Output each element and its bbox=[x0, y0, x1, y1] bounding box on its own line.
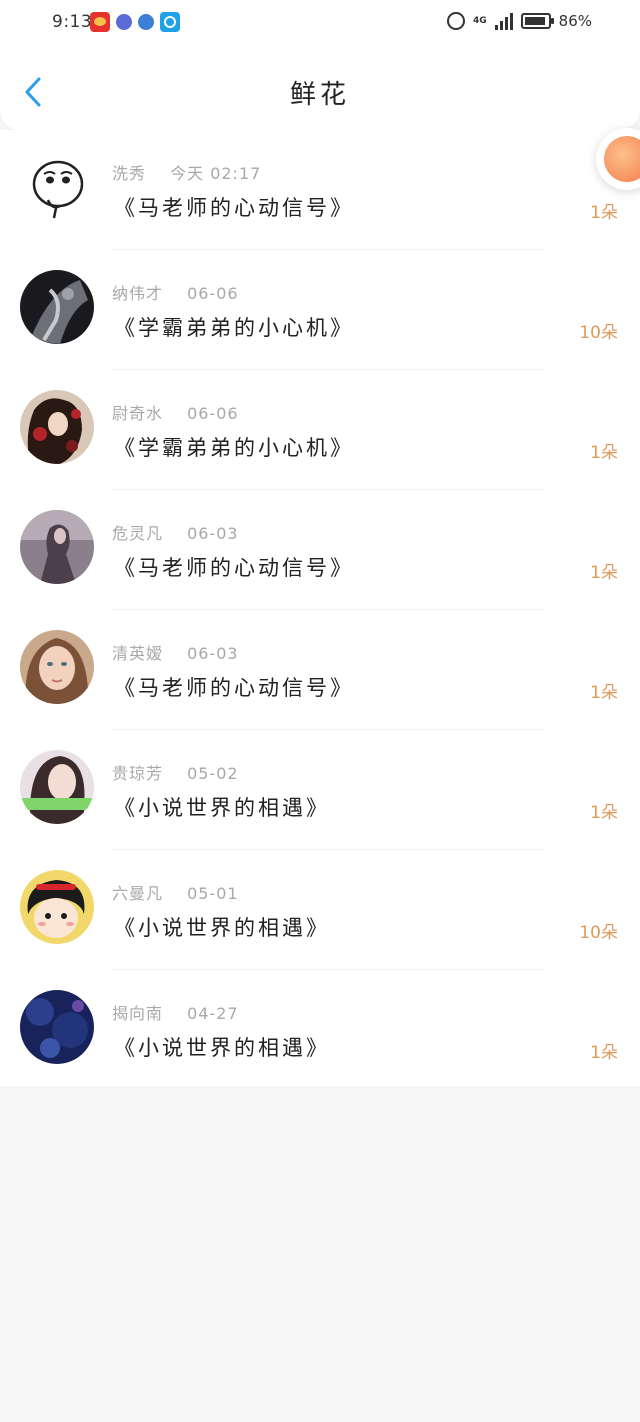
page-title: 鲜花 bbox=[289, 80, 350, 110]
list-item[interactable]: 纳伟才 06-06 《学霸弟弟的小心机》 10朵 bbox=[0, 250, 640, 370]
flower-count: 1朵 bbox=[590, 443, 618, 463]
book-title: 《小说世界的相遇》 bbox=[114, 916, 330, 940]
notification-icons bbox=[90, 12, 180, 32]
book-title: 《小说世界的相遇》 bbox=[114, 1036, 330, 1060]
flower-count: 10朵 bbox=[579, 923, 618, 943]
item-date: 05-01 bbox=[187, 884, 239, 903]
planet-icon bbox=[138, 14, 154, 30]
item-date: 05-02 bbox=[187, 764, 239, 783]
avatar[interactable] bbox=[20, 990, 94, 1064]
avatar[interactable] bbox=[20, 870, 94, 944]
item-meta: 危灵凡 06-03 bbox=[112, 520, 239, 544]
signal-icon bbox=[494, 12, 513, 30]
item-date: 06-03 bbox=[187, 524, 239, 543]
book-title: 《马老师的心动信号》 bbox=[114, 676, 354, 700]
battery-icon bbox=[520, 13, 554, 29]
item-date: 04-27 bbox=[187, 1004, 239, 1023]
flower-count: 1朵 bbox=[590, 1043, 618, 1063]
flower-count: 1朵 bbox=[590, 803, 618, 823]
item-meta: 清英嫒 06-03 bbox=[112, 640, 239, 664]
list-item[interactable]: 尉奇水 06-06 《学霸弟弟的小心机》 1朵 bbox=[0, 370, 640, 490]
flower-count: 1朵 bbox=[590, 563, 618, 583]
book-title: 《学霸弟弟的小心机》 bbox=[114, 316, 354, 340]
header: 鲜花 bbox=[0, 48, 640, 130]
item-date: 06-03 bbox=[187, 644, 239, 663]
battery-level: 86% bbox=[558, 12, 592, 30]
sender-name: 贵琼芳 bbox=[112, 764, 164, 783]
book-title: 《学霸弟弟的小心机》 bbox=[114, 436, 354, 460]
avatar[interactable] bbox=[20, 630, 94, 704]
sender-name: 纳伟才 bbox=[112, 284, 164, 303]
item-date: 06-06 bbox=[187, 284, 239, 303]
item-meta: 揭向南 04-27 bbox=[112, 1000, 239, 1024]
item-meta: 尉奇水 06-06 bbox=[112, 400, 239, 424]
avatar[interactable] bbox=[20, 510, 94, 584]
item-meta: 六曼凡 05-01 bbox=[112, 880, 239, 904]
book-title: 《小说世界的相遇》 bbox=[114, 796, 330, 820]
avatar[interactable] bbox=[20, 150, 94, 224]
sender-name: 六曼凡 bbox=[112, 884, 164, 903]
sender-name: 洗秀 bbox=[112, 164, 147, 183]
item-meta: 洗秀 今天 02:17 bbox=[112, 160, 261, 184]
list-item[interactable]: 揭向南 04-27 《小说世界的相遇》 1朵 bbox=[0, 970, 640, 1090]
item-date: 今天 02:17 bbox=[170, 164, 262, 183]
book-title: 《马老师的心动信号》 bbox=[114, 196, 354, 220]
status-bar: 9:13 4G 86% bbox=[0, 0, 640, 48]
item-meta: 纳伟才 06-06 bbox=[112, 280, 239, 304]
status-time: 9:13 bbox=[52, 12, 93, 32]
avatar[interactable] bbox=[20, 270, 94, 344]
alarm-icon bbox=[447, 12, 465, 30]
status-right: 4G 86% bbox=[447, 12, 592, 30]
flower-count: 1朵 bbox=[590, 203, 618, 223]
list-item[interactable]: 危灵凡 06-03 《马老师的心动信号》 1朵 bbox=[0, 490, 640, 610]
list-item[interactable]: 贵琼芳 05-02 《小说世界的相遇》 1朵 bbox=[0, 730, 640, 850]
sender-name: 清英嫒 bbox=[112, 644, 164, 663]
list-item[interactable]: 洗秀 今天 02:17 《马老师的心动信号》 1朵 bbox=[0, 130, 640, 250]
weibo-icon bbox=[90, 12, 110, 32]
list-item[interactable]: 六曼凡 05-01 《小说世界的相遇》 10朵 bbox=[0, 850, 640, 970]
list-item[interactable]: 清英嫒 06-03 《马老师的心动信号》 1朵 bbox=[0, 610, 640, 730]
music-icon bbox=[116, 14, 132, 30]
network-label: 4G bbox=[473, 16, 487, 26]
search-icon bbox=[160, 12, 180, 32]
flower-count: 1朵 bbox=[590, 683, 618, 703]
avatar[interactable] bbox=[20, 750, 94, 824]
sender-name: 尉奇水 bbox=[112, 404, 164, 423]
item-meta: 贵琼芳 05-02 bbox=[112, 760, 239, 784]
avatar[interactable] bbox=[20, 390, 94, 464]
book-title: 《马老师的心动信号》 bbox=[114, 556, 354, 580]
flower-count: 10朵 bbox=[579, 323, 618, 343]
flower-list: 洗秀 今天 02:17 《马老师的心动信号》 1朵 纳伟才 06-06 《学霸弟… bbox=[0, 130, 640, 1086]
sender-name: 揭向南 bbox=[112, 1004, 164, 1023]
sender-name: 危灵凡 bbox=[112, 524, 164, 543]
item-date: 06-06 bbox=[187, 404, 239, 423]
